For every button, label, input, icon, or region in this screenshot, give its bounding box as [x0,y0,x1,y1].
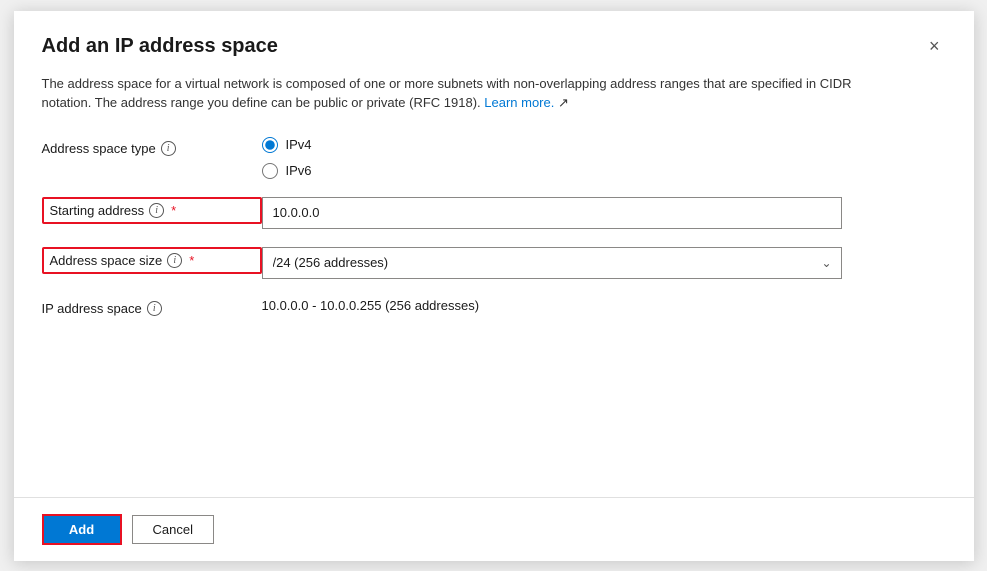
address-space-size-info-icon[interactable]: i [167,253,182,268]
dialog-footer: Add Cancel [14,497,974,561]
ip-address-space-value-container: 10.0.0.0 - 10.0.0.255 (256 addresses) [262,297,946,315]
ipv6-label: IPv6 [286,163,312,178]
address-space-size-control: /24 (256 addresses) /25 (128 addresses) … [262,247,946,279]
address-space-type-info-icon[interactable]: i [161,141,176,156]
ipv4-label: IPv4 [286,137,312,152]
starting-address-control [262,197,946,229]
address-space-type-label: Address space type i [42,137,262,156]
starting-address-input[interactable] [262,197,842,229]
ipv6-radio-option[interactable]: IPv6 [262,163,946,179]
learn-more-link[interactable]: Learn more. [484,95,554,110]
dialog-title: Add an IP address space [42,35,278,58]
starting-address-required: * [171,203,176,218]
address-space-size-select-wrapper: /24 (256 addresses) /25 (128 addresses) … [262,247,842,279]
close-button[interactable]: × [923,35,946,57]
ip-address-space-row: IP address space i 10.0.0.0 - 10.0.0.255… [42,297,946,329]
ipv6-radio[interactable] [262,163,278,179]
ip-address-space-label: IP address space i [42,297,262,316]
ipv4-radio[interactable] [262,137,278,153]
address-space-type-control: IPv4 IPv6 [262,137,946,179]
address-space-size-label: Address space size i * [42,247,262,274]
address-space-type-radio-group: IPv4 IPv6 [262,137,946,179]
description-text: The address space for a virtual network … [42,74,902,113]
dialog-header: Add an IP address space × [42,35,946,58]
starting-address-info-icon[interactable]: i [149,203,164,218]
address-space-type-row: Address space type i IPv4 IPv6 [42,137,946,179]
starting-address-row: Starting address i * [42,197,946,229]
ip-address-space-info-icon[interactable]: i [147,301,162,316]
add-button[interactable]: Add [42,514,122,545]
starting-address-label: Starting address i * [42,197,262,224]
address-space-size-required: * [189,253,194,268]
cancel-button[interactable]: Cancel [132,515,214,544]
address-space-size-select[interactable]: /24 (256 addresses) /25 (128 addresses) … [262,247,842,279]
add-ip-address-space-dialog: Add an IP address space × The address sp… [14,11,974,561]
ip-address-space-value: 10.0.0.0 - 10.0.0.255 (256 addresses) [262,292,480,313]
address-space-size-row: Address space size i * /24 (256 addresse… [42,247,946,279]
ipv4-radio-option[interactable]: IPv4 [262,137,946,153]
